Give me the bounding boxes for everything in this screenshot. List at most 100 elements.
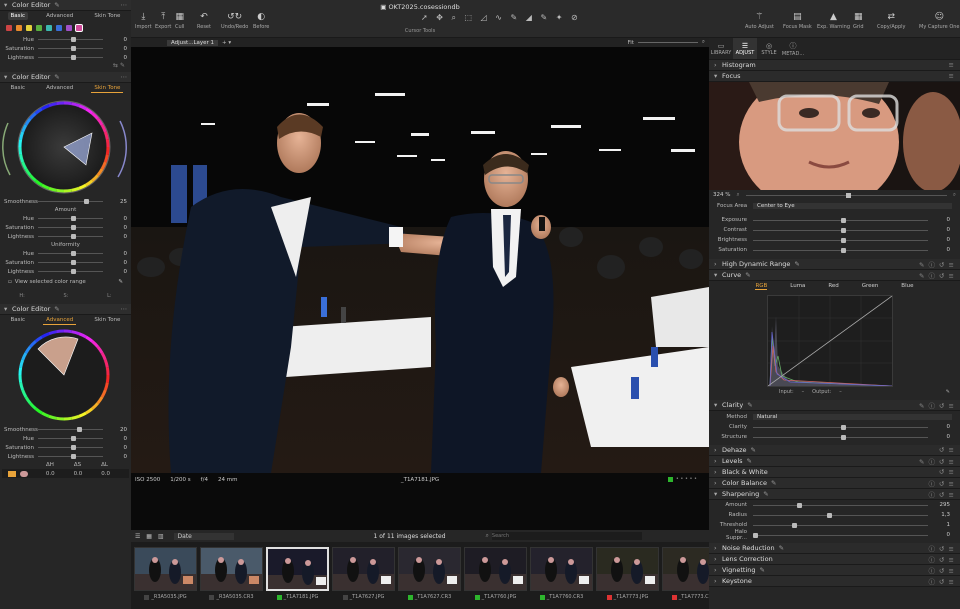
tab-advanced[interactable]: Advanced (43, 316, 77, 325)
sharpening-section[interactable]: ▾ Sharpening ✎ ⓘ ↺ ≡ (709, 489, 960, 500)
tab-basic[interactable]: Basic (8, 84, 29, 92)
slider-value[interactable]: 1 (928, 522, 951, 528)
zoom-fit[interactable]: Fit (627, 40, 633, 46)
slider-track[interactable] (753, 217, 928, 223)
focus-area-dropdown[interactable]: Center to Eye (753, 202, 952, 209)
view-range-row[interactable]: ▫ View selected color range ✎ (0, 276, 131, 288)
checkbox-checked[interactable] (8, 470, 16, 477)
edit-icon[interactable]: ✎ (747, 401, 752, 409)
slider-track[interactable] (38, 251, 103, 256)
slider-track[interactable] (753, 502, 928, 508)
copy-apply-button[interactable]: ⇄ Copy/Apply (877, 12, 905, 30)
image-viewer[interactable]: ISO 2500 1/200 s f/4 24 mm _T1A7181.JPG … (131, 47, 709, 530)
slider-value[interactable]: 0 (928, 247, 951, 253)
filmstrip-thumb[interactable]: _T1A7627.JPG (332, 547, 395, 607)
header-tools[interactable]: ⋯ (121, 1, 128, 9)
zoom-slider[interactable] (637, 42, 698, 43)
edit-icon[interactable]: ✎ (54, 305, 59, 313)
header-tools[interactable]: ⋯ (121, 73, 128, 81)
color-tag[interactable] (209, 594, 215, 600)
slider-track[interactable] (38, 454, 103, 459)
slider-value[interactable]: 20 (103, 427, 127, 433)
clarity-section[interactable]: ▾ Clarity ✎ ✎ ⓘ ↺ ≡ (709, 400, 960, 411)
color-tag[interactable] (474, 594, 480, 600)
slider-value[interactable]: 0 (103, 55, 128, 61)
tab-skin-tone[interactable]: Skin Tone (91, 316, 123, 324)
tab-skin-tone[interactable]: Skin Tone (91, 12, 123, 20)
slider-value[interactable]: 0 (928, 434, 951, 440)
slider-knob[interactable] (70, 37, 76, 42)
color-swatch[interactable] (26, 25, 32, 31)
slider-knob[interactable] (70, 269, 76, 274)
saturation-slider[interactable]: Saturation 0 (0, 443, 131, 452)
slider-knob[interactable] (70, 445, 76, 450)
curve-tab-luma[interactable]: Luma (790, 283, 805, 289)
tab-style[interactable]: ◎ STYLE (757, 38, 781, 59)
color-tag[interactable] (276, 594, 282, 600)
amount-slider[interactable]: Amount 295 (709, 500, 960, 510)
slider-track[interactable] (753, 434, 928, 440)
tab-adjust[interactable]: ☰ ADJUST (733, 38, 757, 59)
focus-mask-button[interactable]: ▤ Focus Mask (783, 12, 812, 30)
slider-value[interactable]: 0 (103, 251, 128, 257)
radius-slider[interactable]: Radius 1,3 (709, 510, 960, 520)
tab-skin-tone[interactable]: Skin Tone (91, 84, 124, 93)
lightness-slider[interactable]: Lightness 0 (0, 53, 131, 62)
chevron-down-icon[interactable]: ▾ (4, 1, 12, 9)
saturation-slider[interactable]: Saturation 0 (0, 223, 131, 232)
slider-knob[interactable] (70, 260, 76, 265)
filmstrip-thumb[interactable]: _R3A5035.CR3 (200, 547, 263, 607)
slider-knob[interactable] (840, 424, 846, 430)
section-tools[interactable]: ≡ (949, 72, 955, 80)
slider-track[interactable] (753, 247, 928, 253)
filmstrip-thumb[interactable]: _T1A7773.JPG (596, 547, 659, 607)
smoothness-slider[interactable]: Smoothness 25 (0, 197, 131, 206)
slider-value[interactable]: 0 (103, 436, 128, 442)
slider-track[interactable] (38, 445, 103, 450)
slider-track[interactable] (38, 37, 103, 42)
keystone-section[interactable]: › Keystone ⓘ ↺ ≡ (709, 576, 960, 587)
slider-value[interactable]: 0 (928, 227, 951, 233)
smoothness-slider[interactable]: Smoothness 20 (0, 425, 131, 434)
magnifier-icon[interactable]: ⌕ (736, 192, 739, 199)
slider-value[interactable]: 25 (103, 199, 127, 205)
slider-knob[interactable] (70, 234, 76, 239)
saturation-slider[interactable]: Saturation 0 (709, 245, 960, 255)
color-tag[interactable] (606, 594, 612, 600)
clarity-method-dropdown[interactable]: Natural (753, 413, 952, 420)
section-tools[interactable]: ↺ ≡ (939, 468, 955, 476)
edit-icon[interactable]: ✎ (779, 544, 784, 552)
color-editor-1-header[interactable]: ▾ Color Editor ✎ ⋯ (0, 0, 131, 11)
slider-track[interactable] (38, 269, 103, 274)
color-tag[interactable] (407, 594, 413, 600)
color-swatch[interactable] (66, 25, 72, 31)
curve-tab-rgb[interactable]: RGB (755, 283, 768, 290)
color-tag[interactable] (667, 476, 673, 482)
section-tools[interactable]: ⓘ ↺ ≡ (928, 478, 955, 488)
clarity-slider[interactable]: Clarity 0 (709, 422, 960, 432)
slider-knob[interactable] (840, 434, 846, 440)
edit-icon[interactable]: ✎ (54, 73, 59, 81)
slider-value[interactable]: 0 (928, 237, 951, 243)
slider-knob[interactable] (70, 436, 76, 441)
color-swatch[interactable] (16, 25, 22, 31)
slider-value[interactable]: 0 (103, 37, 128, 43)
edit-icon[interactable]: ✎ (747, 457, 752, 465)
slider-track[interactable] (753, 522, 928, 528)
edit-icon[interactable]: ✎ (751, 446, 756, 454)
slider-value[interactable]: 0 (103, 216, 128, 222)
section-tools[interactable]: ⓘ ↺ ≡ (928, 489, 955, 499)
grid-button[interactable]: ▦ Grid (853, 12, 864, 30)
section-tools[interactable]: ✎ ⓘ ↺ ≡ (919, 400, 955, 410)
color-swatch[interactable] (56, 25, 62, 31)
slider-value[interactable]: 295 (928, 502, 951, 508)
delta-table-row[interactable]: 0.0 0.0 0.0 (2, 469, 129, 478)
focus-section[interactable]: ▾ Focus ≡ (709, 71, 960, 82)
slider-track[interactable] (38, 260, 103, 265)
picker-icon[interactable]: ✎ (118, 279, 123, 285)
view-range-checkbox[interactable]: ▫ (8, 279, 12, 285)
slider-knob[interactable] (753, 532, 758, 538)
bw-section[interactable]: › Black & White ↺ ≡ (709, 467, 960, 478)
halo-suppr-slider[interactable]: Halo Suppr... 0 (709, 529, 960, 541)
lightness-slider[interactable]: Lightness 0 (0, 267, 131, 276)
